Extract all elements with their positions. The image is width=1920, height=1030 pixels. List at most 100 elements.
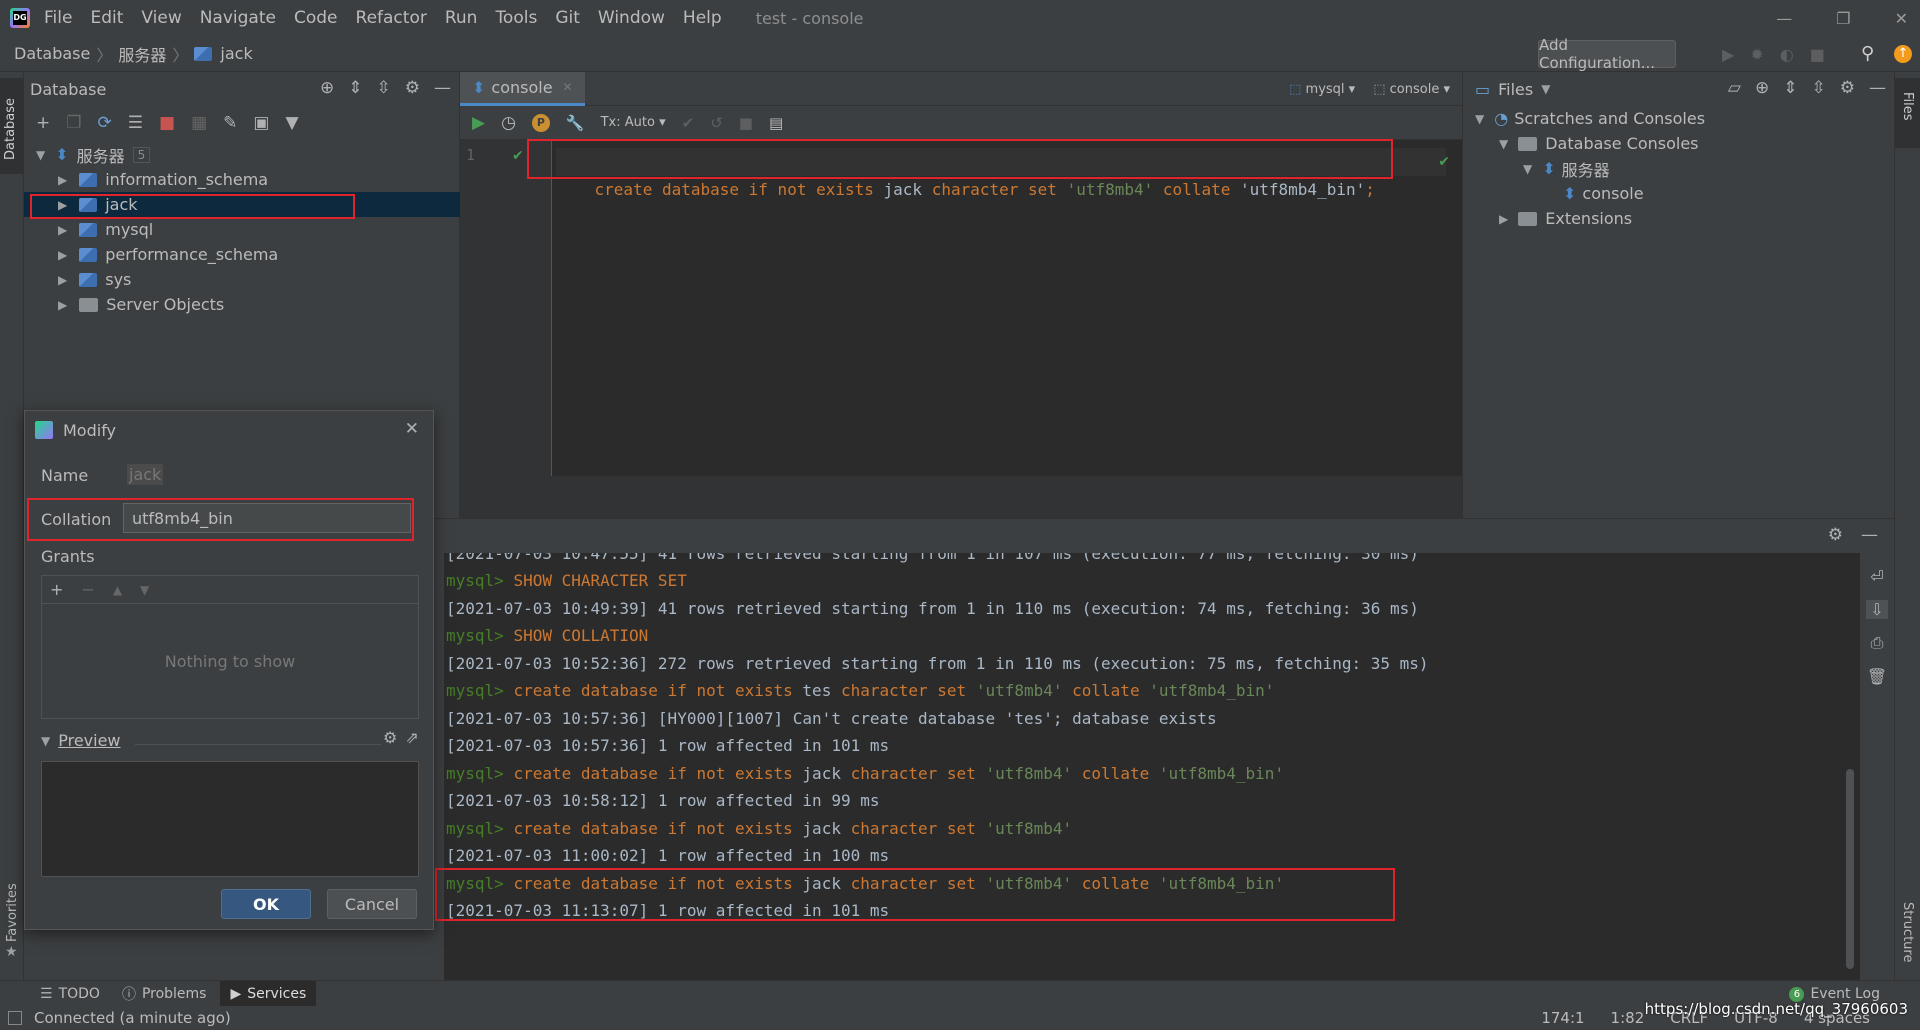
status-square-icon[interactable] — [8, 1011, 22, 1025]
edit-icon[interactable]: ✎ — [223, 113, 237, 133]
minimize-icon[interactable]: — — [1776, 9, 1792, 28]
expand-arrow-icon[interactable]: ▶ — [58, 298, 67, 312]
schema-mysql[interactable]: ▶ mysql — [24, 217, 460, 242]
breadcrumb-server[interactable]: 服务器 — [118, 42, 166, 66]
settings-icon[interactable]: ⚙ — [405, 78, 420, 98]
commit-icon[interactable]: ✔ — [682, 114, 695, 132]
soft-wrap-icon[interactable]: ⏎ — [1870, 567, 1883, 586]
caret-position[interactable]: 174:1 — [1541, 1009, 1584, 1027]
breadcrumb-jack[interactable]: jack — [220, 44, 252, 63]
settings-icon[interactable]: ⚙ — [1828, 525, 1843, 545]
breadcrumb-database[interactable]: Database — [14, 44, 90, 63]
clear-icon[interactable]: 🗑 — [1867, 667, 1887, 686]
open-folder-icon[interactable]: ▱ — [1728, 78, 1741, 98]
close-tab-icon[interactable]: ✕ — [563, 80, 573, 94]
ok-button[interactable]: OK — [221, 889, 311, 919]
selection-info[interactable]: 1:82 — [1611, 1009, 1645, 1027]
server-node[interactable]: ▼ ⬍ 服务器 5 — [24, 142, 151, 167]
stop-query-icon[interactable]: ■ — [739, 114, 753, 132]
close-dialog-icon[interactable]: ✕ — [405, 419, 419, 439]
files-title[interactable]: Files — [1498, 80, 1533, 99]
close-window-icon[interactable]: ✕ — [1895, 9, 1908, 28]
collapse-all-icon[interactable]: ⇳ — [377, 78, 391, 98]
move-up-icon[interactable]: ▲ — [113, 583, 122, 597]
schema-information_schema[interactable]: ▶ information_schema — [24, 167, 460, 192]
todo-tab[interactable]: ☰ TODO — [40, 986, 100, 1002]
hide-icon[interactable]: — — [1869, 78, 1886, 98]
remove-grant-icon[interactable]: − — [81, 580, 94, 599]
menu-tools[interactable]: Tools — [495, 8, 537, 28]
locate-icon[interactable]: ⊕ — [1755, 78, 1769, 98]
extensions-node[interactable]: ▶ Extensions — [1463, 206, 1632, 231]
menu-file[interactable]: File — [44, 8, 72, 28]
scroll-to-end-icon[interactable]: ⇩ — [1866, 600, 1888, 619]
preview-settings-icon[interactable]: ⚙ — [383, 728, 397, 747]
expand-arrow-icon[interactable]: ▶ — [58, 173, 67, 187]
schema-performance_schema[interactable]: ▶ performance_schema — [24, 242, 460, 267]
expand-arrow-icon[interactable]: ▶ — [58, 273, 67, 287]
search-icon[interactable]: ⚲ — [1861, 43, 1874, 64]
expand-arrow-icon[interactable]: ▶ — [58, 248, 67, 262]
expand-arrow-icon[interactable]: ▶ — [58, 223, 67, 237]
problems-tab[interactable]: ⓘ Problems — [122, 984, 207, 1004]
database-tool-tab[interactable]: Database — [0, 78, 24, 174]
database-consoles-node[interactable]: ▼ Database Consoles — [1463, 131, 1699, 156]
add-icon[interactable]: + — [36, 113, 50, 133]
properties-icon[interactable]: ☰ — [128, 113, 143, 133]
favorites-tool-label[interactable]: Favorites — [5, 883, 20, 942]
restore-icon[interactable]: ❐ — [1836, 9, 1850, 28]
history-icon[interactable]: ◷ — [501, 113, 516, 133]
cancel-button[interactable]: Cancel — [327, 889, 417, 919]
stop-icon[interactable]: ■ — [159, 113, 175, 133]
menu-run[interactable]: Run — [445, 8, 478, 28]
hide-icon[interactable]: — — [434, 78, 451, 98]
rollback-icon[interactable]: ↺ — [710, 114, 723, 132]
scratches-node[interactable]: ▼ ◔ Scratches and Consoles — [1463, 106, 1705, 131]
session-selector[interactable]: ⬚ console ▾ — [1373, 82, 1450, 97]
copy-icon[interactable]: ❐ — [66, 113, 81, 133]
menu-git[interactable]: Git — [555, 8, 580, 28]
run-icon[interactable]: ▶ — [1722, 45, 1734, 64]
server-folder-node[interactable]: ▼ ⬍ 服务器 — [1463, 156, 1610, 181]
menu-help[interactable]: Help — [683, 8, 722, 28]
menu-edit[interactable]: Edit — [90, 8, 123, 28]
schema-server-objects[interactable]: ▶ Server Objects — [24, 292, 460, 317]
settings-icon[interactable]: ⚙ — [1840, 78, 1855, 98]
menu-view[interactable]: View — [141, 8, 181, 28]
locate-icon[interactable]: ⊕ — [320, 78, 334, 98]
tab-console[interactable]: ⬍ console ✕ — [460, 71, 585, 106]
services-tab[interactable]: ▶ Services — [220, 980, 317, 1007]
console-icon[interactable]: ▣ — [253, 113, 269, 133]
preview-toggle[interactable]: ▼ Preview — [41, 731, 121, 750]
print-icon[interactable]: ⎙ — [1871, 633, 1884, 653]
menu-window[interactable]: Window — [598, 8, 665, 28]
tx-mode-dropdown[interactable]: Tx: Auto ▾ — [601, 115, 666, 130]
console-file-node[interactable]: ⬍ console — [1463, 181, 1644, 206]
menu-navigate[interactable]: Navigate — [200, 8, 276, 28]
structure-tool-label[interactable]: Structure — [1900, 902, 1915, 962]
profile-icon[interactable]: P — [531, 113, 550, 132]
add-configuration-button[interactable]: Add Configuration... — [1538, 36, 1676, 72]
collapse-all-icon[interactable]: ⇳ — [1812, 78, 1826, 98]
output-icon[interactable]: ▤ — [769, 114, 783, 132]
filter-icon[interactable]: ▼ — [285, 113, 298, 133]
open-external-icon[interactable]: ⇗ — [405, 728, 418, 747]
files-tool-tab[interactable]: Files — [1895, 78, 1920, 148]
datasource-selector[interactable]: ⬚ mysql ▾ — [1289, 82, 1355, 97]
stop-icon[interactable]: ■ — [1810, 45, 1825, 64]
schema-sys[interactable]: ▶ sys — [24, 267, 460, 292]
refresh-icon[interactable]: ⟳ — [98, 113, 112, 133]
expand-all-icon[interactable]: ⇕ — [1783, 78, 1797, 98]
menu-code[interactable]: Code — [294, 8, 338, 28]
menu-refactor[interactable]: Refactor — [356, 8, 427, 28]
coverage-icon[interactable]: ◐ — [1780, 45, 1794, 64]
update-icon[interactable]: ↑ — [1894, 45, 1912, 63]
move-down-icon[interactable]: ▼ — [140, 583, 149, 597]
add-grant-icon[interactable]: + — [50, 580, 63, 599]
debug-icon[interactable]: ✹ — [1750, 45, 1763, 64]
expand-all-icon[interactable]: ⇕ — [348, 78, 362, 98]
hide-icon[interactable]: — — [1861, 525, 1878, 545]
execute-icon[interactable]: ▶ — [472, 113, 485, 133]
settings-wrench-icon[interactable]: 🔧 — [566, 114, 585, 132]
output-scrollbar[interactable] — [1846, 769, 1854, 969]
